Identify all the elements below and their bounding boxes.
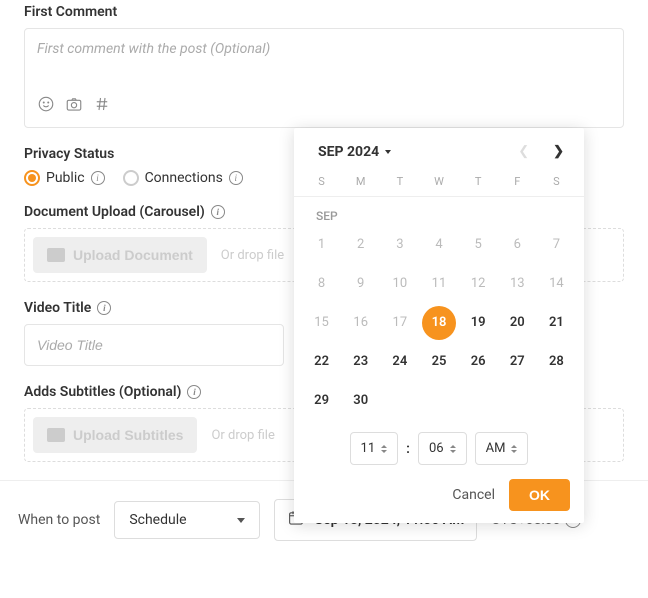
calendar-day[interactable]: 8 — [302, 266, 341, 301]
weekday-header: S — [302, 175, 341, 188]
calendar-day[interactable]: 15 — [302, 305, 341, 340]
calendar-day[interactable]: 24 — [380, 344, 419, 379]
calendar-day[interactable]: 22 — [302, 344, 341, 379]
calendar-day[interactable]: 17 — [380, 305, 419, 340]
weekday-header: F — [498, 175, 537, 188]
calendar-day[interactable]: 26 — [459, 344, 498, 379]
ampm-spinner[interactable]: AM — [475, 432, 529, 465]
emoji-icon[interactable] — [37, 95, 55, 117]
calendar-day[interactable]: 2 — [341, 227, 380, 262]
chevron-down-icon — [237, 518, 245, 523]
hour-spinner[interactable]: 11 — [350, 432, 399, 465]
info-icon[interactable]: i — [97, 301, 111, 315]
first-comment-placeholder: First comment with the post (Optional) — [37, 41, 270, 57]
calendar-day[interactable]: 12 — [459, 266, 498, 301]
info-icon[interactable]: i — [91, 171, 105, 185]
weekday-header: T — [380, 175, 419, 188]
calendar-day[interactable]: 16 — [341, 305, 380, 340]
doc-drop-text: Or drop file — [221, 248, 284, 263]
ok-button[interactable]: OK — [509, 479, 570, 511]
calendar-day[interactable]: 27 — [498, 344, 537, 379]
time-colon: : — [406, 441, 410, 457]
privacy-connections-radio[interactable]: Connections i — [123, 170, 243, 186]
month-short-label: SEP — [294, 197, 584, 227]
subtitles-icon — [47, 428, 65, 442]
info-icon[interactable]: i — [187, 385, 201, 399]
hashtag-icon[interactable] — [93, 95, 111, 117]
weekday-header: T — [459, 175, 498, 188]
calendar-day[interactable]: 23 — [341, 344, 380, 379]
calendar-day[interactable]: 28 — [537, 344, 576, 379]
calendar-day[interactable]: 10 — [380, 266, 419, 301]
upload-subtitles-button[interactable]: Upload Subtitles — [33, 417, 197, 453]
calendar-day[interactable]: 7 — [537, 227, 576, 262]
camera-icon[interactable] — [65, 95, 83, 117]
calendar-day[interactable]: 20 — [498, 305, 537, 340]
privacy-connections-label: Connections — [145, 170, 223, 186]
upload-document-button[interactable]: Upload Document — [33, 237, 207, 273]
minute-spinner[interactable]: 06 — [418, 432, 467, 465]
calendar-day[interactable]: 11 — [419, 266, 458, 301]
when-to-post-label: When to post — [18, 512, 100, 528]
date-picker: SEP 2024 ❮ ❯ SMTWTFS SEP 123456789101112… — [294, 128, 584, 523]
calendar-day[interactable]: 18 — [419, 305, 458, 340]
weekday-header: M — [341, 175, 380, 188]
subtitles-drop-text: Or drop file — [211, 428, 274, 443]
calendar-day[interactable]: 13 — [498, 266, 537, 301]
first-comment-input[interactable]: First comment with the post (Optional) — [24, 28, 624, 128]
calendar-day[interactable]: 14 — [537, 266, 576, 301]
document-icon — [47, 248, 65, 262]
month-selector[interactable]: SEP 2024 — [318, 144, 391, 160]
calendar-day[interactable]: 5 — [459, 227, 498, 262]
calendar-day[interactable]: 19 — [459, 305, 498, 340]
schedule-select[interactable]: Schedule — [114, 501, 259, 539]
chevron-down-icon — [385, 150, 391, 154]
calendar-day[interactable]: 4 — [419, 227, 458, 262]
weekday-header: W — [419, 175, 458, 188]
first-comment-label: First Comment — [24, 4, 624, 20]
weekday-header: S — [537, 175, 576, 188]
prev-month-button[interactable]: ❮ — [516, 142, 531, 161]
cancel-button[interactable]: Cancel — [452, 487, 495, 503]
privacy-public-label: Public — [46, 170, 85, 186]
video-title-input[interactable] — [24, 324, 284, 366]
privacy-public-radio[interactable]: Public i — [24, 170, 105, 186]
calendar-day[interactable]: 9 — [341, 266, 380, 301]
next-month-button[interactable]: ❯ — [551, 142, 566, 161]
calendar-day[interactable]: 21 — [537, 305, 576, 340]
calendar-day[interactable]: 6 — [498, 227, 537, 262]
calendar-day[interactable]: 30 — [341, 383, 380, 418]
info-icon[interactable]: i — [211, 205, 225, 219]
calendar-day[interactable]: 25 — [419, 344, 458, 379]
info-icon[interactable]: i — [229, 171, 243, 185]
calendar-day[interactable]: 3 — [380, 227, 419, 262]
calendar-day[interactable]: 29 — [302, 383, 341, 418]
calendar-day[interactable]: 1 — [302, 227, 341, 262]
